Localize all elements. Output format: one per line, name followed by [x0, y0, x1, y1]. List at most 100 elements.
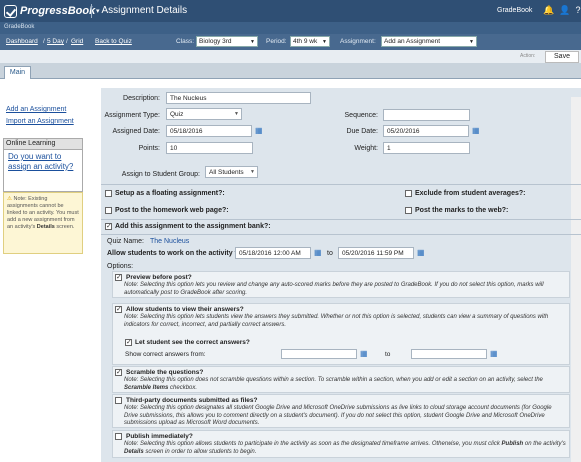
- chevron-down-icon: ▼: [250, 169, 255, 175]
- divider: [101, 234, 581, 235]
- page-title[interactable]: ▾ Assignment Details: [96, 5, 187, 16]
- sequence-input[interactable]: [383, 109, 470, 121]
- calendar-icon[interactable]: ▦: [490, 349, 498, 358]
- calendar-icon[interactable]: ▦: [472, 126, 480, 135]
- assign-activity-link[interactable]: Do you want to assign an activity?: [8, 152, 78, 172]
- divider: [101, 184, 581, 185]
- nav-separator: /: [66, 38, 68, 45]
- allow-work-label: Allow students to work on the activity f…: [107, 250, 253, 257]
- period-select[interactable]: 4th 9 wk ▼: [290, 36, 330, 47]
- calendar-icon[interactable]: ▦: [314, 248, 322, 257]
- third-party-note: Note: Selecting this option designates a…: [124, 405, 552, 426]
- quiz-name-label: Quiz Name:: [107, 238, 144, 245]
- tab-main[interactable]: Main: [4, 66, 31, 79]
- calendar-icon[interactable]: ▦: [360, 349, 368, 358]
- back-to-quiz-link[interactable]: Back to Quiz: [95, 38, 132, 45]
- correct-answers-label: Let student see the correct answers?: [135, 339, 250, 346]
- help-icon[interactable]: ?: [575, 5, 580, 15]
- description-input[interactable]: The Nucleus: [166, 92, 311, 104]
- view-answers-option: ✓ Allow students to view their answers? …: [112, 303, 570, 365]
- correct-answers-checkbox[interactable]: ✓: [125, 339, 132, 346]
- calendar-icon[interactable]: ▦: [255, 126, 263, 135]
- five-day-link[interactable]: 5 Day: [47, 38, 64, 45]
- assignment-type-label: Assignment Type:: [104, 112, 160, 119]
- class-value: Biology 3rd: [199, 38, 232, 45]
- preview-option: ✓ Preview before post? Note: Selecting t…: [112, 271, 570, 298]
- student-group-select[interactable]: All Students ▼: [205, 166, 258, 178]
- sub-bar: GradeBook: [0, 22, 581, 34]
- show-to-input[interactable]: [411, 349, 487, 359]
- import-assignment-link[interactable]: Import an Assignment: [6, 118, 74, 125]
- post-web-label: Post the marks to the web?:: [415, 207, 509, 214]
- publish-option: Publish immediately? Note: Selecting thi…: [112, 430, 570, 458]
- publish-title: Publish immediately?: [126, 433, 193, 440]
- note-prefix: Note:: [13, 196, 27, 202]
- add-assignment-link[interactable]: Add an Assignment: [6, 106, 66, 113]
- points-input[interactable]: 10: [166, 142, 253, 154]
- assignment-select[interactable]: Add an Assignment ▼: [381, 36, 477, 47]
- class-select[interactable]: Biology 3rd ▼: [196, 36, 258, 47]
- post-web-checkbox[interactable]: [405, 207, 412, 214]
- preview-title: Preview before post?: [126, 274, 192, 281]
- show-from-input[interactable]: [281, 349, 357, 359]
- floating-label: Setup as a floating assignment?:: [115, 190, 225, 197]
- chevron-down-icon: ▼: [250, 39, 255, 45]
- action-bar: Action: Save: [0, 50, 581, 63]
- save-button[interactable]: Save: [545, 51, 579, 63]
- bell-icon[interactable]: 🔔: [543, 5, 554, 15]
- student-group-value: All Students: [209, 169, 244, 176]
- scrollbar[interactable]: [571, 97, 581, 462]
- chevron-down-icon: ▼: [322, 39, 327, 45]
- page-title-text: Assignment Details: [101, 5, 188, 16]
- divider: [101, 219, 581, 220]
- assigned-date-label: Assigned Date:: [112, 128, 160, 135]
- sidebar: Add an Assignment Import an Assignment: [0, 79, 98, 462]
- top-divider: [91, 4, 92, 18]
- assignment-bank-checkbox[interactable]: ✓: [105, 223, 112, 230]
- third-party-checkbox[interactable]: [115, 397, 122, 404]
- floating-checkbox[interactable]: [105, 190, 112, 197]
- homework-checkbox[interactable]: [105, 207, 112, 214]
- assignment-value: Add an Assignment: [384, 38, 441, 45]
- exclude-checkbox[interactable]: [405, 190, 412, 197]
- publish-checkbox[interactable]: [115, 433, 122, 440]
- action-label: Action:: [520, 53, 536, 59]
- activity-to-input[interactable]: 05/20/2016 11:59 PM: [338, 247, 414, 259]
- tab-bar: Main: [0, 63, 581, 79]
- top-icons: 🔔 👤 ?: [543, 5, 580, 15]
- weight-input[interactable]: 1: [383, 142, 470, 154]
- view-answers-checkbox[interactable]: ✓: [115, 306, 122, 313]
- assignment-type-select[interactable]: Quiz ▼: [166, 108, 242, 120]
- gradebook-link[interactable]: GradeBook: [497, 7, 532, 14]
- publish-note: Note: Selecting this option allows stude…: [124, 441, 566, 456]
- title-caret-icon: ▾: [96, 8, 100, 15]
- chevron-down-icon: ▼: [469, 39, 474, 45]
- assigned-date-input[interactable]: 05/18/2016: [166, 125, 252, 137]
- scramble-checkbox[interactable]: ✓: [115, 369, 122, 376]
- class-label: Class:: [176, 38, 195, 45]
- weight-label: Weight:: [354, 145, 378, 152]
- due-date-input[interactable]: 05/20/2016: [383, 125, 469, 137]
- due-date-label: Due Date:: [346, 128, 378, 135]
- show-from-label: Show correct answers from:: [125, 351, 206, 358]
- assignment-label: Assignment:: [340, 38, 376, 45]
- scramble-option: ✓ Scramble the questions? Note: Selectin…: [112, 366, 570, 393]
- calendar-icon[interactable]: ▦: [417, 248, 425, 257]
- nav-bar: Dashboard / 5 Day / Grid Back to Quiz Cl…: [0, 34, 581, 50]
- warning-icon: ⚠: [7, 196, 12, 202]
- note-suffix: screen.: [56, 224, 75, 230]
- options-label: Options:: [107, 263, 134, 270]
- online-learning-box: Do you want to assign an activity?: [3, 150, 83, 192]
- third-party-option: Third-party documents submitted as files…: [112, 394, 570, 428]
- user-icon[interactable]: 👤: [559, 5, 570, 15]
- third-party-title: Third-party documents submitted as files…: [126, 397, 258, 404]
- dashboard-link[interactable]: Dashboard: [6, 38, 38, 45]
- exclude-label: Exclude from student averages?:: [415, 190, 526, 197]
- activity-from-input[interactable]: 05/18/2016 12:00 AM: [235, 247, 311, 259]
- preview-checkbox[interactable]: ✓: [115, 274, 122, 281]
- preview-note: Note: Selecting this option lets you rev…: [124, 282, 544, 296]
- scramble-note-bold: Scramble Items: [124, 384, 169, 391]
- progressbook-logo[interactable]: ProgressBook: [4, 3, 95, 19]
- view-answers-title: Allow students to view their answers?: [126, 306, 244, 313]
- grid-link[interactable]: Grid: [71, 38, 83, 45]
